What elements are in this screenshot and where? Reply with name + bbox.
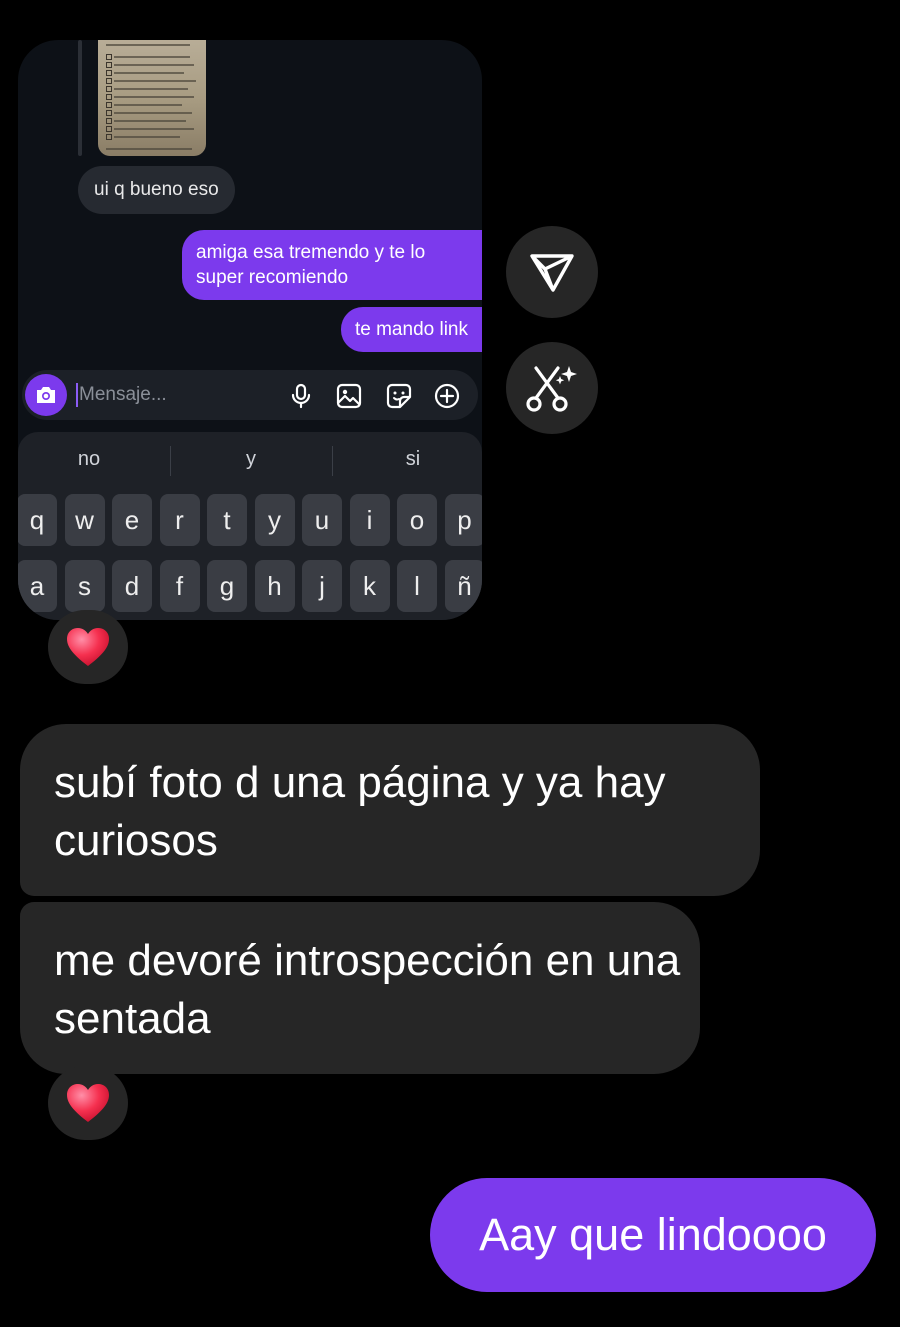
key-u[interactable]: u xyxy=(302,494,342,546)
key-f[interactable]: f xyxy=(159,560,200,612)
heart-icon xyxy=(67,628,109,666)
camera-icon[interactable] xyxy=(25,374,67,416)
suggestion-divider xyxy=(332,446,333,476)
key-o[interactable]: o xyxy=(397,494,437,546)
key-i[interactable]: i xyxy=(349,494,390,546)
sent-message: te mando link xyxy=(340,307,482,352)
key-g[interactable]: g xyxy=(207,560,247,612)
key-s[interactable]: s xyxy=(64,560,105,612)
heart-icon xyxy=(67,1084,109,1122)
key-a[interactable]: a xyxy=(18,560,57,612)
message-input[interactable]: Mensaje... xyxy=(79,384,167,406)
key-d[interactable]: d xyxy=(112,560,152,612)
sent-message: amiga esa tremendo y te lo super recomie… xyxy=(182,230,482,300)
suggestion-si[interactable]: si xyxy=(338,448,482,471)
keyboard: no y si qwertyuiop asdfghjklñ xyxy=(18,432,482,620)
incoming-message[interactable]: subí foto d una página y ya hay curiosos xyxy=(20,724,760,896)
heart-reaction[interactable] xyxy=(48,610,128,684)
incoming-message[interactable]: me devoré introspección en una sentada xyxy=(20,902,700,1074)
microphone-icon[interactable] xyxy=(287,382,315,410)
suggestion-divider xyxy=(170,446,171,476)
book-page-photo xyxy=(98,40,206,156)
scissors-sparkle-icon xyxy=(526,366,577,412)
share-button[interactable] xyxy=(506,226,598,318)
suggestion-y[interactable]: y xyxy=(176,448,326,471)
key-h[interactable]: h xyxy=(254,560,295,612)
gallery-icon[interactable] xyxy=(335,382,363,410)
ai-edit-button[interactable] xyxy=(506,342,598,434)
add-icon[interactable] xyxy=(433,382,461,410)
key-q[interactable]: q xyxy=(18,494,57,546)
received-message: ui q bueno eso xyxy=(78,166,235,214)
key-t[interactable]: t xyxy=(207,494,247,546)
key-ñ[interactable]: ñ xyxy=(444,560,482,612)
sticker-icon[interactable] xyxy=(385,382,413,410)
key-p[interactable]: p xyxy=(444,494,482,546)
message-composer[interactable]: Mensaje... xyxy=(22,370,478,420)
key-r[interactable]: r xyxy=(159,494,200,546)
text-cursor xyxy=(76,383,78,407)
paper-plane-icon xyxy=(530,254,574,292)
key-k[interactable]: k xyxy=(349,560,390,612)
key-e[interactable]: e xyxy=(112,494,152,546)
suggestion-no[interactable]: no xyxy=(18,448,164,471)
reply-thread-line xyxy=(78,40,82,156)
heart-reaction[interactable] xyxy=(48,1066,128,1140)
key-l[interactable]: l xyxy=(397,560,437,612)
key-y[interactable]: y xyxy=(254,494,295,546)
shared-screenshot[interactable]: ui q bueno eso amiga esa tremendo y te l… xyxy=(18,40,482,620)
outgoing-message[interactable]: Aay que lindoooo xyxy=(430,1178,876,1292)
key-j[interactable]: j xyxy=(302,560,342,612)
key-w[interactable]: w xyxy=(64,494,105,546)
